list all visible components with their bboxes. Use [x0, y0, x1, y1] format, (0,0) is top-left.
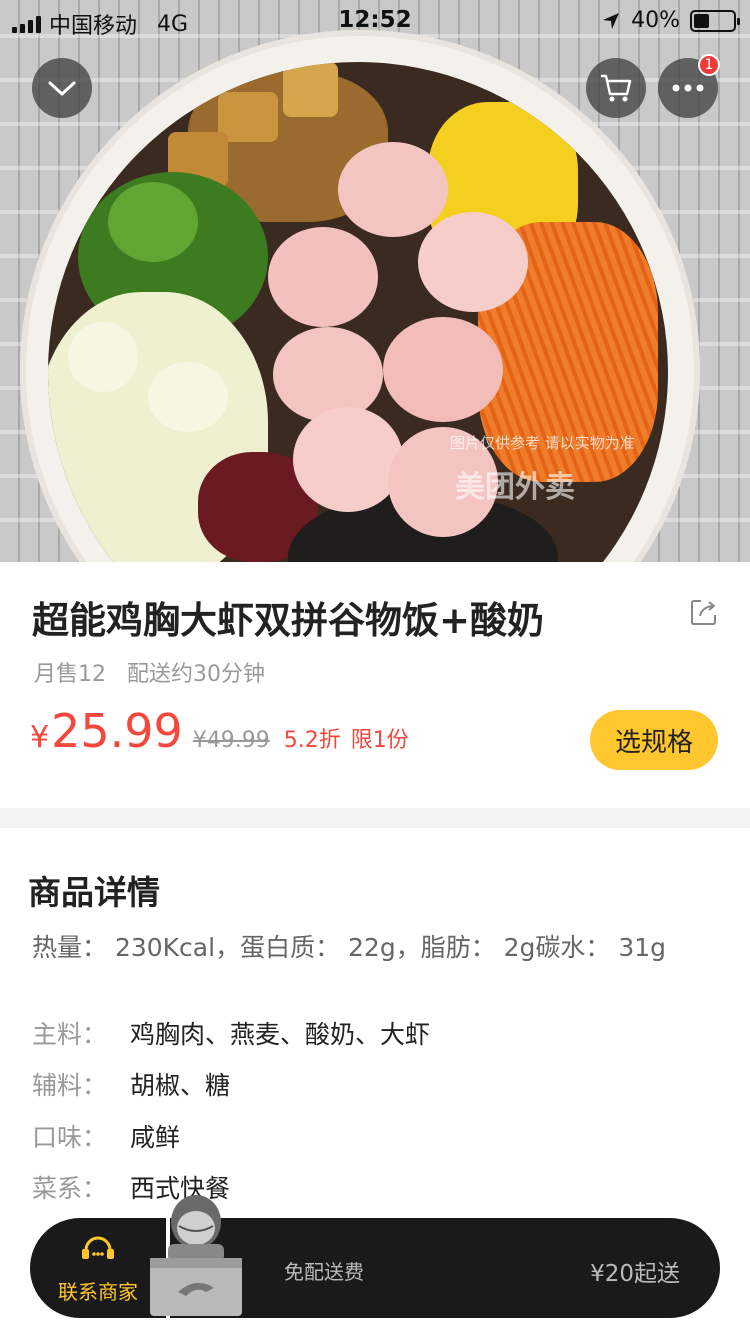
details-heading: 商品详情	[28, 873, 160, 912]
discount-label: 5.2折	[283, 728, 341, 753]
more-dots-icon	[672, 84, 704, 92]
product-info: 超能鸡胸大虾双拼谷物饭+酸奶 月售12 配送约30分钟 ¥ 25.99 ¥49.…	[0, 562, 750, 808]
detail-key: 辅料：	[32, 1071, 108, 1100]
delivery-mascot-icon	[150, 1195, 242, 1316]
product-title: 超能鸡胸大虾双拼谷物饭+酸奶	[32, 599, 545, 642]
detail-value: 咸鲜	[130, 1123, 181, 1152]
sales-info: 月售12 配送约30分钟	[34, 656, 265, 688]
detail-row-sub-ingredients: 辅料： 胡椒、糖	[32, 1066, 230, 1102]
delivery-fee: 免配送费	[284, 1260, 364, 1284]
select-spec-button[interactable]: 选规格	[590, 710, 718, 770]
cart-button[interactable]	[586, 58, 646, 118]
location-arrow-icon	[603, 12, 620, 29]
bottom-bar: 联系商家 免配送费 ¥20起送	[30, 1218, 720, 1318]
price-currency: ¥	[30, 720, 50, 755]
min-order-amount: ¥20起送	[590, 1261, 680, 1287]
purchase-limit: 限1份	[350, 728, 409, 753]
price-row: ¥ 25.99 ¥49.99 5.2折 限1份	[30, 704, 409, 758]
cart-icon	[601, 74, 632, 102]
chevron-down-icon	[48, 81, 76, 96]
more-button[interactable]: 1	[658, 54, 720, 118]
detail-value: 胡椒、糖	[130, 1071, 231, 1100]
detail-key: 菜系：	[32, 1174, 108, 1203]
monthly-sales: 月售12	[34, 662, 106, 687]
chat-icon	[82, 1236, 114, 1259]
battery-percent: 40%	[631, 8, 680, 33]
detail-key: 口味：	[32, 1123, 108, 1152]
status-bar: 中国移动 4G 12:52 40%	[0, 0, 750, 40]
collapse-button[interactable]	[32, 58, 92, 118]
cart-bar[interactable]: 免配送费 ¥20起送	[170, 1218, 720, 1318]
photo-disclaimer: 图片仅供参考 请以实物为准	[450, 434, 635, 452]
delivery-time: 配送约30分钟	[127, 662, 265, 687]
watermark-logo: 美团外卖	[455, 470, 575, 505]
notification-badge: 1	[698, 54, 720, 76]
contact-merchant-button[interactable]: 联系商家	[30, 1218, 166, 1318]
contact-merchant-label: 联系商家	[58, 1279, 138, 1304]
original-price: ¥49.99	[192, 728, 270, 753]
detail-row-main-ingredients: 主料： 鸡胸肉、燕麦、酸奶、大虾	[32, 1015, 430, 1051]
battery-icon	[690, 9, 740, 32]
nutrition-facts: 热量： 230Kcal，蛋白质： 22g，脂肪： 2g碳水： 31g	[32, 933, 667, 962]
detail-key: 主料：	[32, 1020, 108, 1049]
section-divider	[0, 808, 750, 828]
current-price: 25.99	[51, 704, 183, 758]
share-icon[interactable]	[688, 596, 720, 628]
detail-value: 鸡胸肉、燕麦、酸奶、大虾	[130, 1020, 431, 1049]
detail-row-flavor: 口味： 咸鲜	[32, 1118, 180, 1154]
